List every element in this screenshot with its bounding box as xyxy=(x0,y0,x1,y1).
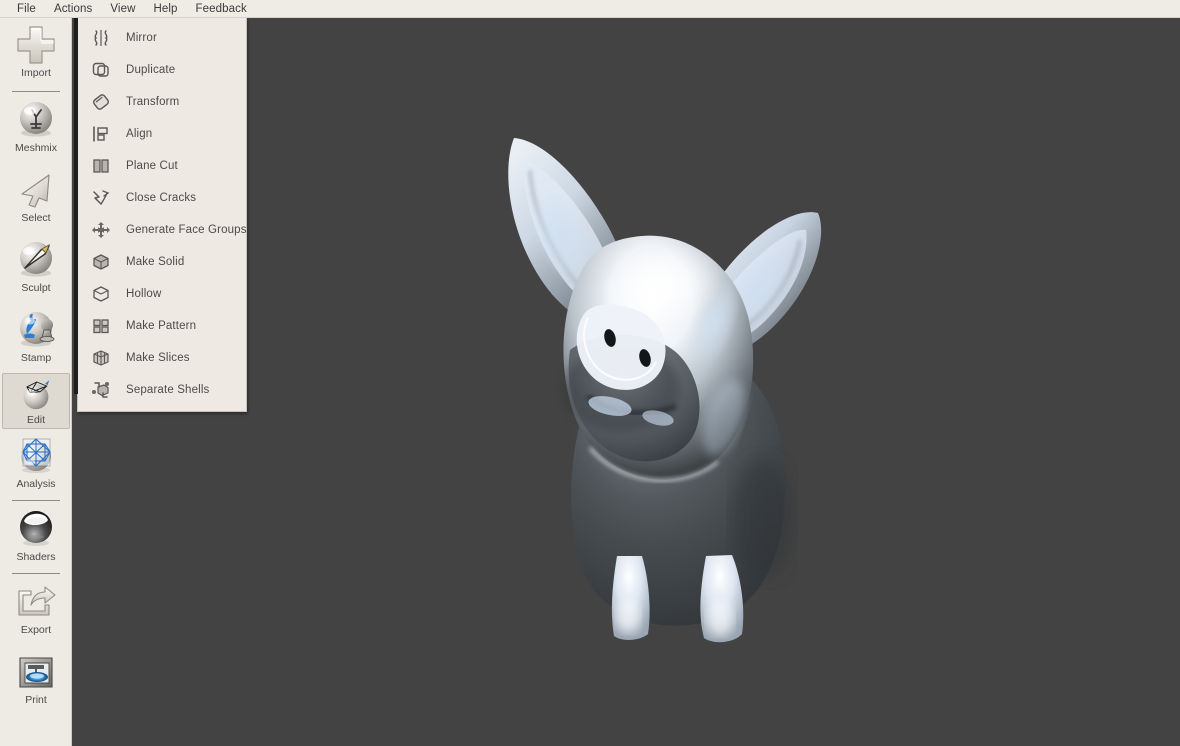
printer-icon xyxy=(19,657,53,688)
tool-shaders[interactable]: Shaders xyxy=(0,502,72,572)
tool-export[interactable]: Export xyxy=(0,575,72,645)
close-cracks-icon xyxy=(90,187,112,209)
menu-view[interactable]: View xyxy=(101,2,144,16)
tool-label-shaders: Shaders xyxy=(16,551,56,563)
actions-dropdown-menu: Mirror Duplicate Transform Align Plane C… xyxy=(74,0,247,412)
edit-wireframe-icon xyxy=(23,380,50,410)
menu-item-label: Separate Shells xyxy=(126,384,210,396)
tool-label-export: Export xyxy=(20,624,52,636)
menu-item-duplicate[interactable]: Duplicate xyxy=(78,54,246,86)
export-arrow-icon xyxy=(18,586,56,616)
hollow-icon xyxy=(90,283,112,305)
toolbar-separator-2 xyxy=(12,500,60,501)
tool-meshmix[interactable]: Meshmix xyxy=(0,93,72,163)
menu-item-label: Make Pattern xyxy=(126,320,197,332)
menu-item-label: Make Slices xyxy=(126,352,190,364)
face-groups-icon xyxy=(90,219,112,241)
menu-item-plane-cut[interactable]: Plane Cut xyxy=(78,150,246,182)
cursor-arrow-icon xyxy=(21,174,50,208)
menu-item-make-solid[interactable]: Make Solid xyxy=(78,246,246,278)
menu-actions[interactable]: Actions xyxy=(45,2,101,16)
shaders-sphere-icon xyxy=(20,511,52,546)
mirror-icon xyxy=(90,27,112,49)
transform-icon xyxy=(90,91,112,113)
menu-item-make-slices[interactable]: Make Slices xyxy=(78,342,246,374)
analysis-mesh-icon xyxy=(21,438,51,473)
menu-item-label: Close Cracks xyxy=(126,192,197,204)
menu-file[interactable]: File xyxy=(8,2,45,16)
menu-bar: File Actions View Help Feedback xyxy=(0,0,1180,18)
left-toolbar: Import Meshmix Select Sculpt Stamp Edit … xyxy=(0,18,72,746)
make-slices-icon xyxy=(90,347,112,369)
tool-label-meshmix: Meshmix xyxy=(14,142,57,154)
separate-shells-icon xyxy=(90,379,112,401)
menu-item-label: Duplicate xyxy=(126,64,176,76)
menu-item-label: Transform xyxy=(126,96,180,108)
toolbar-separator-3 xyxy=(12,573,60,574)
plus-icon xyxy=(17,26,55,64)
menu-item-label: Mirror xyxy=(126,32,157,44)
menu-item-label: Plane Cut xyxy=(126,160,178,172)
tool-label-print: Print xyxy=(25,694,47,706)
tool-analysis[interactable]: Analysis xyxy=(0,429,72,499)
tool-label-edit: Edit xyxy=(26,414,46,426)
tool-select[interactable]: Select xyxy=(0,163,72,233)
duplicate-icon xyxy=(90,59,112,81)
pig-3d-model[interactable] xyxy=(462,118,842,648)
menu-item-label: Make Solid xyxy=(126,256,185,268)
tool-label-sculpt: Sculpt xyxy=(21,282,51,294)
menu-item-hollow[interactable]: Hollow xyxy=(78,278,246,310)
menu-item-separate-shells[interactable]: Separate Shells xyxy=(78,374,246,406)
menu-item-generate-face-groups[interactable]: Generate Face Groups xyxy=(78,214,246,246)
menu-item-label: Hollow xyxy=(126,288,162,300)
meshmix-sphere-icon xyxy=(20,102,52,137)
menu-item-label: Align xyxy=(126,128,153,140)
menu-feedback[interactable]: Feedback xyxy=(187,2,256,16)
tool-print[interactable]: Print xyxy=(0,645,72,715)
tool-label-analysis: Analysis xyxy=(16,478,56,490)
tool-label-import: Import xyxy=(21,67,51,79)
stamp-icon xyxy=(20,312,55,347)
menu-item-align[interactable]: Align xyxy=(78,118,246,150)
application-window: File Actions View Help Feedback Import M… xyxy=(0,0,1180,746)
make-pattern-icon xyxy=(90,315,112,337)
menu-item-transform[interactable]: Transform xyxy=(78,86,246,118)
align-icon xyxy=(90,123,112,145)
menu-item-mirror[interactable]: Mirror xyxy=(78,22,246,54)
menu-item-make-pattern[interactable]: Make Pattern xyxy=(78,310,246,342)
tool-stamp[interactable]: Stamp xyxy=(0,303,72,373)
tool-label-select: Select xyxy=(21,212,51,224)
menu-item-close-cracks[interactable]: Close Cracks xyxy=(78,182,246,214)
toolbar-separator-1 xyxy=(12,91,60,92)
tool-import[interactable]: Import xyxy=(0,18,72,90)
make-solid-icon xyxy=(90,251,112,273)
tool-label-stamp: Stamp xyxy=(20,352,52,364)
tool-edit[interactable]: Edit xyxy=(2,373,70,429)
menu-help[interactable]: Help xyxy=(144,2,186,16)
menu-item-label: Generate Face Groups xyxy=(126,224,247,236)
plane-cut-icon xyxy=(90,155,112,177)
tool-sculpt[interactable]: Sculpt xyxy=(0,233,72,303)
sculpt-brush-icon xyxy=(20,242,52,277)
